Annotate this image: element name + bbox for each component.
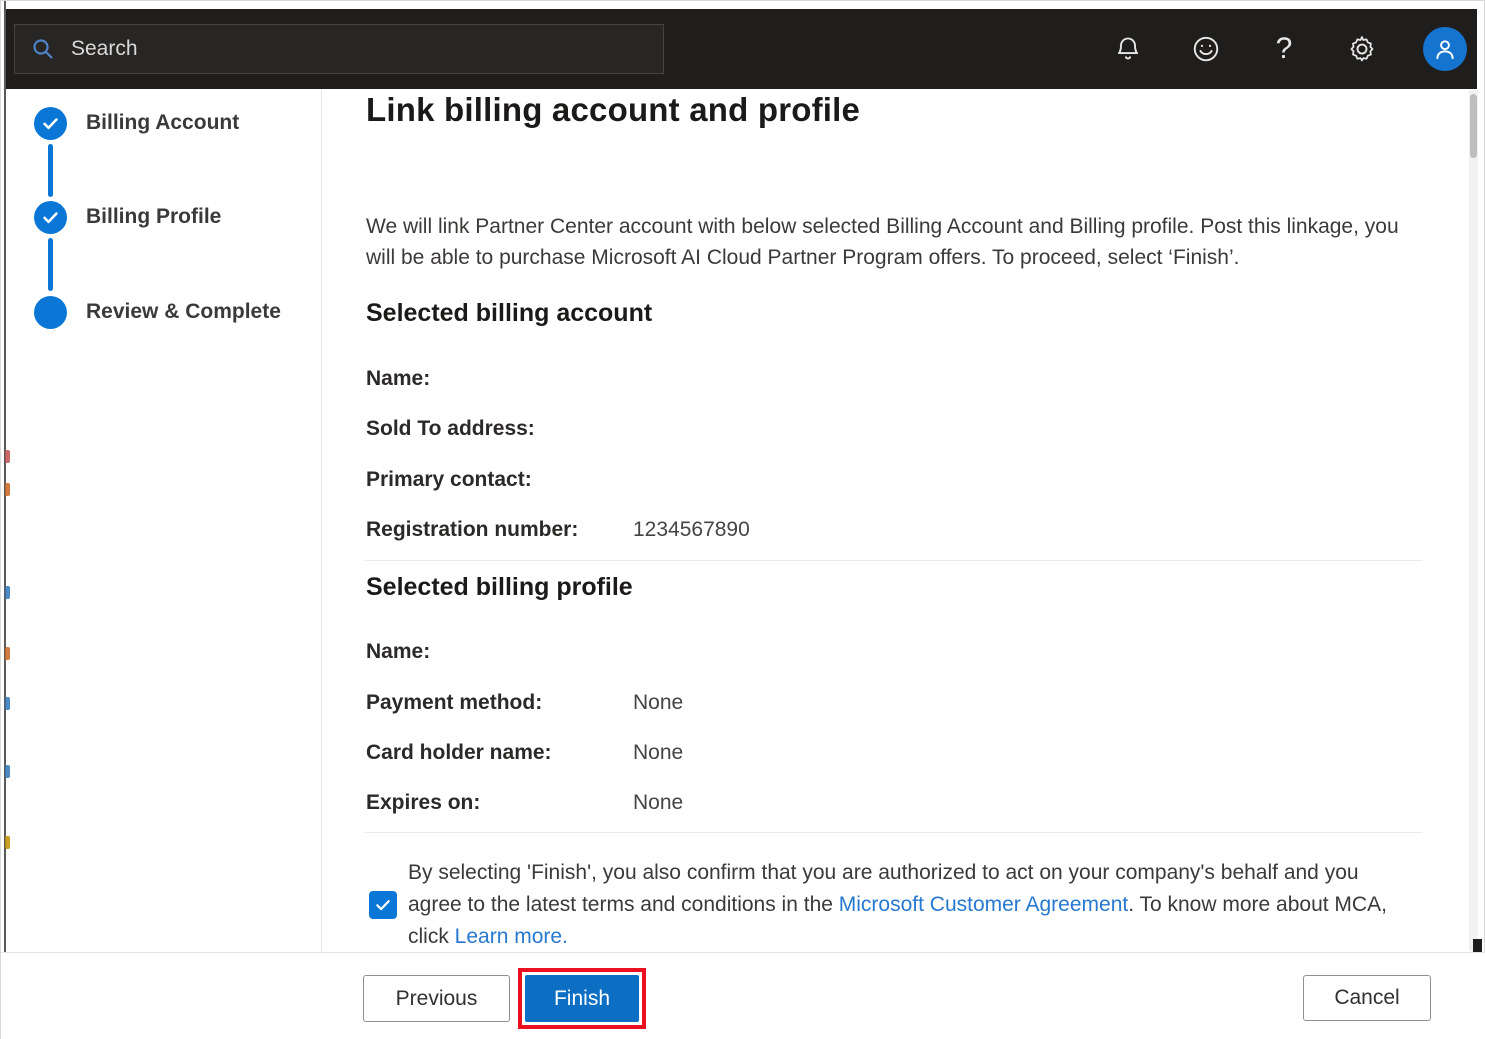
intro-text: We will link Partner Center account with… (366, 211, 1421, 273)
field-label: Expires on: (366, 791, 480, 815)
window-left-border (4, 1, 6, 1039)
search-input[interactable] (71, 37, 631, 61)
cancel-button[interactable]: Cancel (1303, 975, 1431, 1021)
vertical-scrollbar-track[interactable] (1469, 90, 1478, 951)
step-connector (48, 144, 53, 197)
search-box[interactable] (14, 24, 664, 74)
vertical-scrollbar-thumb[interactable] (1470, 94, 1477, 158)
field-label: Sold To address: (366, 417, 535, 441)
section-divider (364, 560, 1422, 561)
section-divider (364, 832, 1422, 833)
agreement-checkbox[interactable] (369, 891, 397, 919)
field-label: Registration number: (366, 518, 578, 542)
search-icon (31, 37, 55, 61)
step-label-billing-account[interactable]: Billing Account (86, 111, 239, 135)
left-edge-artifact (5, 586, 10, 599)
field-value: None (633, 691, 683, 715)
step-connector (48, 238, 53, 291)
wizard-stepper: Billing Account Billing Profile Review &… (6, 89, 322, 952)
window-frame: ? Billing Account (0, 0, 1485, 1039)
field-label: Card holder name: (366, 741, 552, 765)
step-billing-account-indicator[interactable] (34, 107, 67, 140)
check-icon (374, 896, 392, 914)
feedback-smiley-icon[interactable] (1189, 32, 1223, 66)
left-edge-artifact (5, 765, 10, 778)
billing-account-heading: Selected billing account (366, 299, 652, 328)
settings-gear-icon[interactable] (1345, 32, 1379, 66)
step-review-complete-indicator[interactable] (34, 296, 67, 329)
left-edge-artifact (5, 836, 10, 849)
account-avatar[interactable] (1423, 27, 1467, 71)
step-billing-profile-indicator[interactable] (34, 201, 67, 234)
field-label: Primary contact: (366, 468, 532, 492)
finish-button[interactable]: Finish (525, 975, 639, 1022)
topbar-icons: ? (1111, 9, 1467, 89)
person-icon (1432, 36, 1458, 62)
help-icon[interactable]: ? (1267, 32, 1301, 66)
left-edge-artifact (5, 697, 10, 710)
notifications-bell-icon[interactable] (1111, 32, 1145, 66)
page-title: Link billing account and profile (366, 91, 860, 129)
left-edge-artifact (5, 483, 10, 496)
topbar: ? (6, 9, 1477, 89)
field-label: Name: (366, 367, 430, 391)
field-value: None (633, 791, 683, 815)
footer-action-bar: Previous Finish Cancel (1, 952, 1485, 1039)
agreement-text: By selecting 'Finish', you also confirm … (408, 857, 1418, 953)
field-value: 1234567890 (633, 518, 750, 542)
previous-button[interactable]: Previous (363, 975, 510, 1022)
left-edge-artifact (5, 450, 10, 463)
left-edge-artifact (5, 647, 10, 660)
microsoft-customer-agreement-link[interactable]: Microsoft Customer Agreement (839, 893, 1128, 916)
field-label: Name: (366, 640, 430, 664)
learn-more-link[interactable]: Learn more. (455, 925, 568, 948)
field-value: None (633, 741, 683, 765)
main-content: Link billing account and profile We will… (323, 89, 1468, 952)
billing-profile-heading: Selected billing profile (366, 573, 633, 602)
check-icon (41, 208, 60, 227)
red-highlight-annotation: Finish (518, 968, 646, 1029)
step-label-billing-profile[interactable]: Billing Profile (86, 205, 221, 229)
field-label: Payment method: (366, 691, 542, 715)
step-label-review-complete[interactable]: Review & Complete (86, 300, 281, 324)
check-icon (41, 114, 60, 133)
